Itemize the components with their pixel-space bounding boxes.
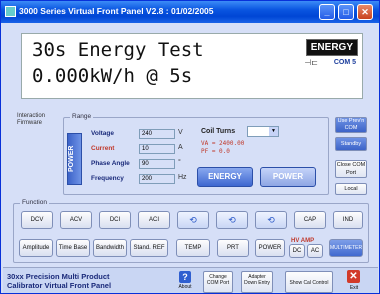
chevron-down-icon[interactable]: ▼: [269, 127, 278, 136]
interaction-label: Interaction: [17, 113, 46, 119]
current-label: Current: [91, 145, 115, 152]
change-com-port-button[interactable]: Change COM Port: [203, 271, 233, 293]
coil-turns-label: Coil Turns: [201, 128, 236, 135]
resistance-2w-icon[interactable]: ⟲: [177, 211, 209, 229]
close-button[interactable]: ✕: [357, 4, 373, 20]
lcd-display: 30s Energy Test 0.000kW/h @ 5s ENERGY ⊣⊏…: [21, 33, 363, 99]
power-button[interactable]: POWER: [260, 167, 316, 187]
hv-dc-button[interactable]: DC: [289, 244, 305, 258]
exit-button[interactable]: Exit: [344, 271, 364, 293]
time-base-button[interactable]: Time Base: [56, 239, 90, 257]
frequency-input[interactable]: 200: [139, 174, 175, 184]
prt-button[interactable]: PRT: [217, 239, 249, 257]
function-group-title: Function: [20, 199, 49, 206]
stand-ref-button[interactable]: Stand. REF: [130, 239, 168, 257]
coil-turns-select[interactable]: ▼: [247, 126, 279, 137]
bandwidth-button[interactable]: Bandwidth: [93, 239, 127, 257]
acv-button[interactable]: ACV: [60, 211, 92, 229]
voltage-label: Voltage: [91, 130, 114, 137]
frequency-label: Frequency: [91, 175, 124, 182]
firmware-label: Firmware: [17, 120, 42, 126]
about-button[interactable]: About: [173, 269, 197, 291]
voltage-unit: V: [178, 129, 183, 136]
pf-readout: PF = 0.0: [201, 148, 230, 155]
window-title: 3000 Series Virtual Front Panel V2.8 : 0…: [19, 6, 214, 16]
com-port-status: COM 5: [333, 59, 356, 66]
standby-button[interactable]: Standby: [335, 137, 367, 151]
multimeter-button[interactable]: MULTIMETER: [329, 239, 363, 257]
product-title: 30xx Precision Multi Product Calibrator …: [7, 272, 112, 290]
phase-angle-label: Phase Angle: [91, 160, 130, 167]
current-unit: A: [178, 144, 183, 151]
dcv-button[interactable]: DCV: [21, 211, 53, 229]
ind-button[interactable]: IND: [333, 211, 363, 229]
power-tab[interactable]: POWER: [67, 133, 82, 185]
display-line-1: 30s Energy Test: [32, 39, 204, 61]
adapter-down-entry-button[interactable]: Adapter Down Entry: [241, 271, 273, 293]
phase-angle-unit: °: [178, 159, 181, 166]
display-line-2: 0.000kW/h @ 5s: [32, 65, 193, 87]
phase-angle-input[interactable]: 90: [139, 159, 175, 169]
temp-button[interactable]: TEMP: [176, 239, 210, 257]
cap-button[interactable]: CAP: [294, 211, 326, 229]
maximize-button[interactable]: □: [338, 4, 354, 20]
voltage-input[interactable]: 240: [139, 129, 175, 139]
va-readout: VA = 2400.00: [201, 140, 245, 147]
power-function-button[interactable]: POWER: [255, 239, 285, 257]
main-window: 3000 Series Virtual Front Panel V2.8 : 0…: [0, 0, 380, 294]
resistance-4w-icon[interactable]: ⟲: [216, 211, 248, 229]
energy-button[interactable]: ENERGY: [197, 167, 253, 187]
aci-button[interactable]: ACI: [138, 211, 170, 229]
mode-badge: ENERGY: [305, 39, 358, 56]
minimize-button[interactable]: _: [319, 4, 335, 20]
local-button[interactable]: Local: [335, 183, 367, 195]
frequency-unit: Hz: [178, 174, 187, 181]
current-input[interactable]: 10: [139, 144, 175, 154]
plug-icon: ⊣⊏: [304, 58, 318, 67]
app-icon: [5, 6, 16, 17]
title-bar[interactable]: 3000 Series Virtual Front Panel V2.8 : 0…: [1, 1, 379, 23]
show-cal-control-button[interactable]: Show Cal Control: [285, 271, 333, 293]
dci-button[interactable]: DCI: [99, 211, 131, 229]
range-group-title: Range: [70, 113, 94, 120]
hv-ac-button[interactable]: AC: [307, 244, 323, 258]
amplitude-button[interactable]: Amplitude: [19, 239, 53, 257]
close-com-port-button[interactable]: Close COM Port: [335, 160, 367, 178]
resistance-hv-icon[interactable]: ⟲: [255, 211, 287, 229]
use-prev-com-button[interactable]: Use Prev'n COM: [335, 117, 367, 133]
